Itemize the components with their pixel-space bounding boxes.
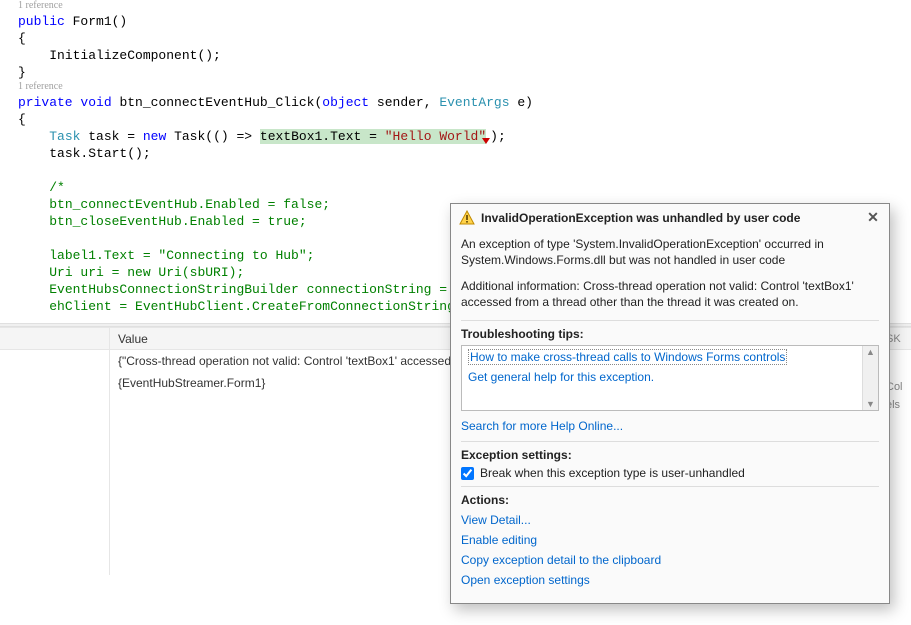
code-text: task = — [80, 129, 142, 144]
comment: label1.Text = "Connecting to Hub"; — [49, 248, 314, 263]
enable-editing-link[interactable]: Enable editing — [461, 533, 537, 547]
keyword: object — [322, 95, 369, 110]
code-text: btn_connectEventHub_Click( — [119, 95, 322, 110]
comment: ehClient = EventHubClient.CreateFromConn… — [49, 299, 501, 314]
search-help-online-link[interactable]: Search for more Help Online... — [461, 419, 623, 433]
popup-message: An exception of type 'System.InvalidOper… — [461, 236, 879, 268]
keyword: private — [18, 95, 73, 110]
code-text: { — [18, 112, 26, 127]
codelens-ref[interactable]: 1 reference — [18, 0, 911, 11]
break-on-unhandled-checkbox[interactable]: Break when this exception type is user-u… — [461, 466, 879, 480]
comment: /* — [49, 180, 65, 195]
code-text: Task(() => — [166, 129, 260, 144]
code-text: ); — [490, 129, 506, 144]
code-text: InitializeComponent(); — [49, 48, 221, 63]
exception-settings-header: Exception settings: — [461, 441, 879, 462]
tip-link-cross-thread[interactable]: How to make cross-thread calls to Window… — [468, 349, 787, 365]
warning-icon — [459, 210, 475, 226]
break-checkbox-label: Break when this exception type is user-u… — [480, 466, 745, 480]
open-exception-settings-link[interactable]: Open exception settings — [461, 573, 590, 587]
comment: btn_closeEventHub.Enabled = true; — [49, 214, 306, 229]
copy-exception-link[interactable]: Copy exception detail to the clipboard — [461, 553, 661, 567]
code-text: task.Start(); — [49, 146, 150, 161]
tip-link-general-help[interactable]: Get general help for this exception. — [468, 370, 654, 384]
code-text: } — [18, 65, 26, 80]
view-detail-link[interactable]: View Detail... — [461, 513, 531, 527]
popup-additional-info: Additional information: Cross-thread ope… — [461, 278, 879, 310]
tips-listbox[interactable]: How to make cross-thread calls to Window… — [461, 345, 879, 411]
code-text: Form1() — [73, 14, 128, 29]
comment: EventHubsConnectionStringBuilder connect… — [49, 282, 501, 297]
code-text: e) — [510, 95, 533, 110]
type: EventArgs — [439, 95, 509, 110]
keyword: new — [143, 129, 166, 144]
code-text: sender, — [369, 95, 439, 110]
troubleshooting-header: Troubleshooting tips: — [461, 320, 879, 341]
comment: btn_connectEventHub.Enabled = false; — [49, 197, 330, 212]
keyword: public — [18, 14, 65, 29]
exception-popup: InvalidOperationException was unhandled … — [450, 203, 890, 604]
code-text: { — [18, 31, 26, 46]
codelens-ref[interactable]: 1 reference — [18, 81, 911, 92]
highlighted-expression: textBox1.Text = "Hello World" — [260, 129, 486, 144]
column-header-name[interactable] — [0, 328, 109, 350]
type: Task — [49, 129, 80, 144]
comment: Uri uri = new Uri(sbURI); — [49, 265, 244, 280]
keyword: void — [80, 95, 111, 110]
actions-header: Actions: — [461, 486, 879, 507]
close-button[interactable]: ✕ — [865, 210, 881, 226]
break-checkbox-input[interactable] — [461, 467, 474, 480]
scrollbar[interactable] — [862, 346, 878, 410]
popup-title: InvalidOperationException was unhandled … — [481, 211, 800, 225]
error-caret-icon — [482, 138, 490, 144]
